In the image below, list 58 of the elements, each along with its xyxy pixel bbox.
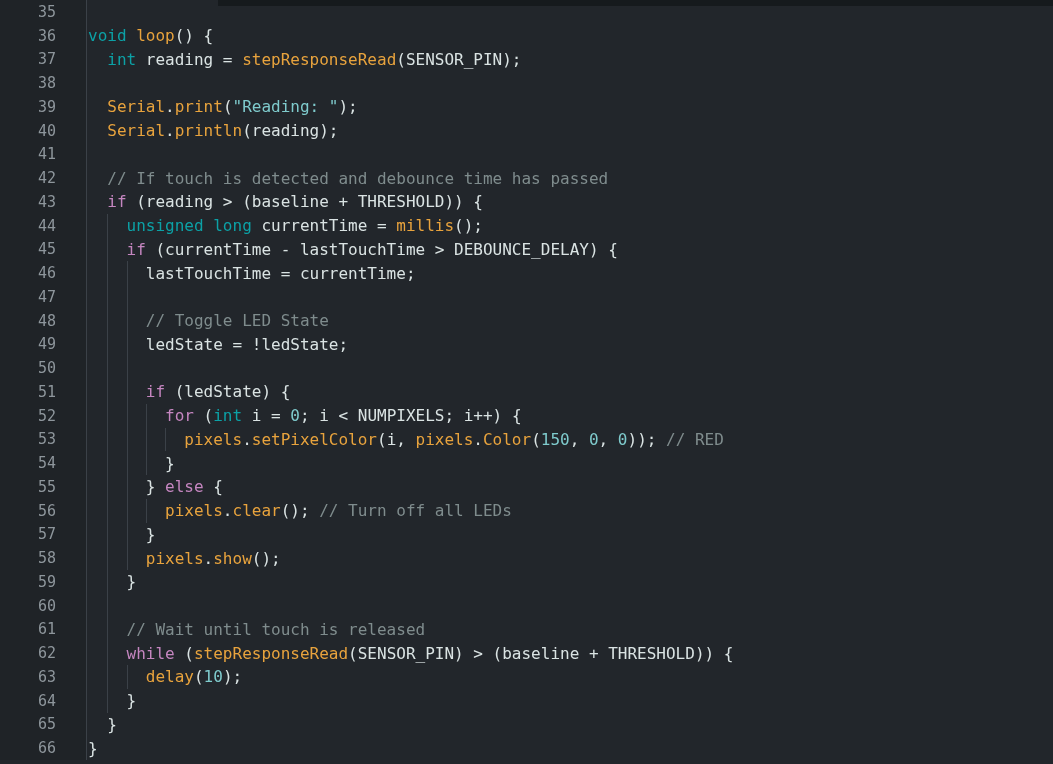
code-line: // If touch is detected and debounce time has passed [106,168,609,188]
line-number: 58 [37,549,57,568]
line-number: 54 [37,454,57,473]
line-number: 51 [37,382,57,401]
code-line: Serial.println(reading); [106,121,339,141]
line-number: 40 [37,121,57,140]
line-number: 48 [37,311,57,330]
line-number: 62 [37,644,57,663]
line-number: 38 [37,74,57,93]
line-number: 43 [37,192,57,211]
code-line: // Wait until touch is released [125,619,426,639]
line-number: 50 [37,359,57,378]
code-line: } [125,691,137,711]
line-number: 57 [37,525,57,544]
line-number: 42 [37,169,57,188]
code-line: if (reading > (baseline + THRESHOLD)) { [106,192,483,212]
code-line: delay(10); [144,667,243,687]
code-line: int reading = stepResponseRead(SENSOR_PIN); [106,49,522,69]
line-number: 65 [37,715,57,734]
code-line: for (int i = 0; i < NUMPIXELS; i++) { [164,406,522,426]
line-number: 64 [37,691,57,710]
line-number: 66 [37,739,57,758]
code-line: } [144,524,156,544]
code-line: if (ledState) { [144,382,291,402]
line-number: 35 [37,2,57,21]
line-number: 45 [37,240,57,259]
line-number: 61 [37,620,57,639]
line-number: 36 [37,26,57,45]
line-number: 59 [37,572,57,591]
code-line: unsigned long currentTime = millis(); [125,216,483,236]
code-line: // Toggle LED State [144,311,329,331]
code-line: } [106,714,117,734]
code-line: } [88,738,98,758]
code-line: pixels.show(); [144,548,281,568]
code-line: pixels.setPixelColor(i, pixels.Color(150, 0, 0)); // RED [183,429,724,449]
line-number: 53 [37,430,57,449]
line-number: 39 [37,97,57,116]
line-number: 44 [37,216,57,235]
code-line: if (currentTime - lastTouchTime > DEBOUNCE_DELAY) { [125,239,618,259]
code-line: void loop() { [88,26,214,46]
code-line: Serial.print("Reading: "); [106,97,358,117]
line-number: 56 [37,501,57,520]
code-line: pixels.clear(); // Turn off all LEDs [164,501,512,521]
line-number: 49 [37,335,57,354]
line-number: 37 [37,50,57,69]
code-line: ledState = !ledState; [144,334,349,354]
code-line: } [164,453,175,473]
line-number: 46 [37,264,57,283]
line-number: 41 [37,145,57,164]
line-number: 55 [37,477,57,496]
line-number: 52 [37,406,57,425]
code-line: } [125,572,137,592]
line-number: 47 [37,287,57,306]
code-line: lastTouchTime = currentTime; [144,263,416,283]
line-number: 60 [37,596,57,615]
code-line: } else { [144,477,223,497]
code-line: while (stepResponseRead(SENSOR_PIN) > (baseline + THRESHOLD)) { [125,643,734,663]
line-number: 63 [37,667,57,686]
